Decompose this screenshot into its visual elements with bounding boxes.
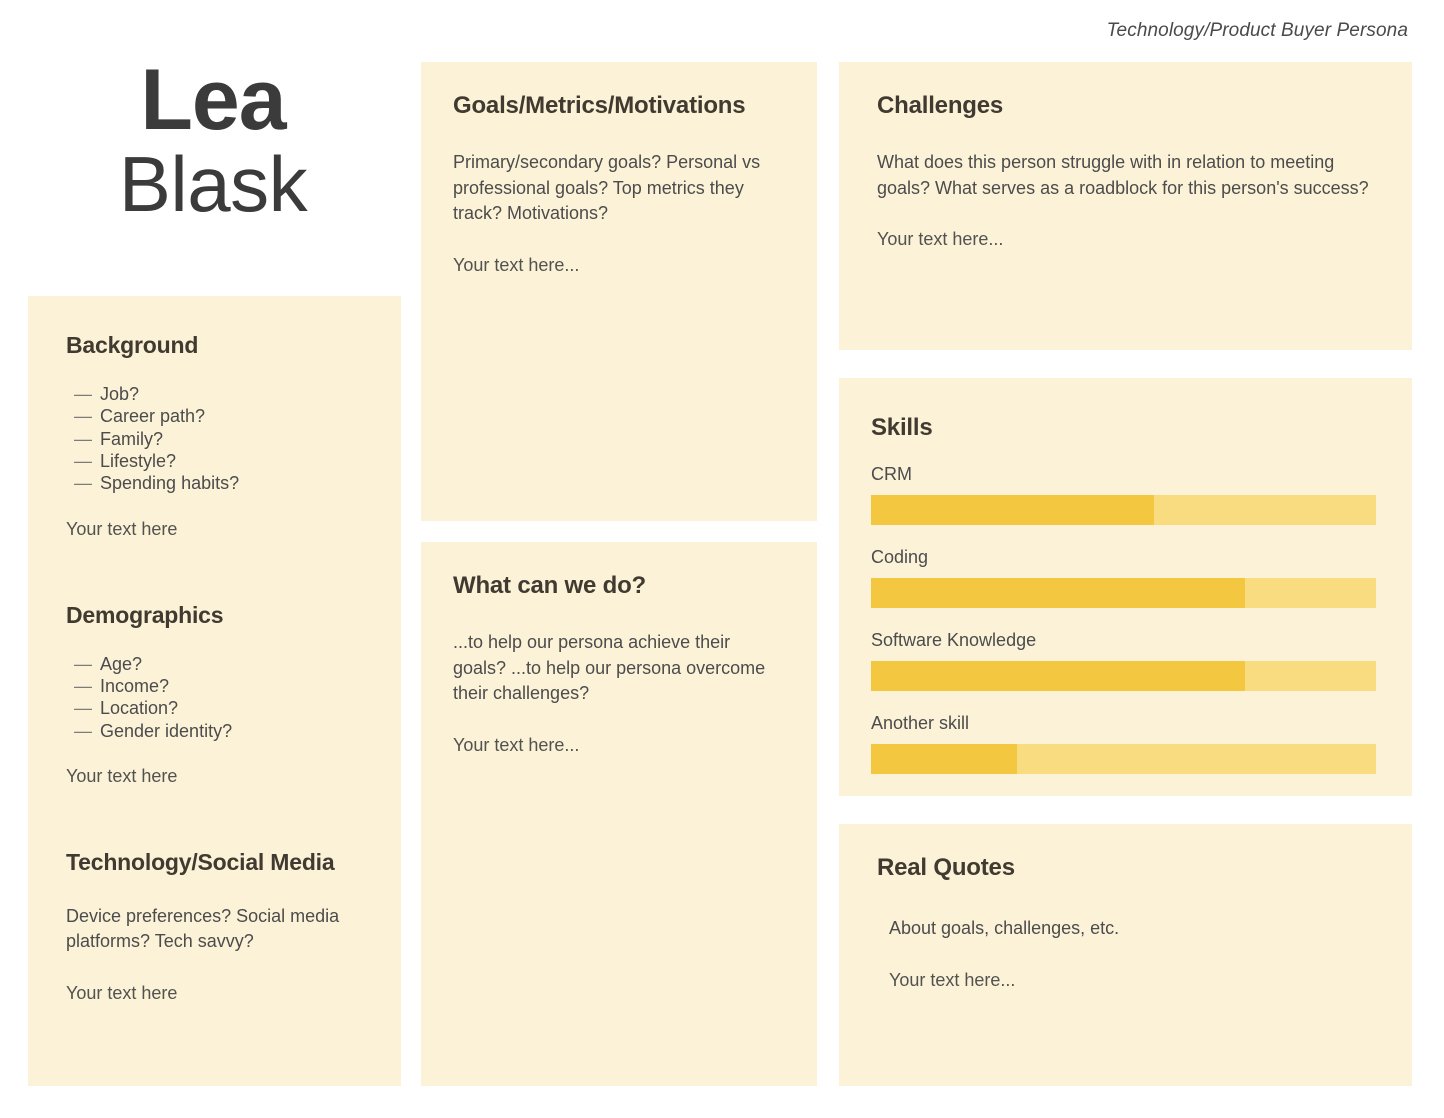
technology-title: Technology/Social Media bbox=[66, 848, 335, 875]
skill-row: Coding bbox=[871, 547, 1380, 608]
real-quotes-title: Real Quotes bbox=[877, 854, 1015, 881]
list-item: — Family? bbox=[66, 428, 363, 450]
dash-icon: — bbox=[74, 406, 92, 427]
skill-row: CRM bbox=[871, 464, 1380, 525]
list-item: — Job? bbox=[66, 383, 363, 405]
background-placeholder[interactable]: Your text here bbox=[66, 519, 363, 540]
list-item-label: Gender identity? bbox=[100, 720, 233, 741]
dash-icon: — bbox=[74, 384, 92, 404]
skill-label: Coding bbox=[871, 547, 929, 567]
goals-title: Goals/Metrics/Motivations bbox=[453, 92, 746, 119]
list-item: — Age? bbox=[66, 653, 363, 675]
list-item: — Gender identity? bbox=[66, 720, 363, 742]
skill-bar-fill bbox=[871, 661, 1245, 691]
demographics-list: — Age? — Income? — Location? — Gender identi… bbox=[66, 653, 363, 742]
skill-bar-track[interactable] bbox=[871, 661, 1376, 691]
goals-placeholder[interactable]: Your text here... bbox=[453, 255, 785, 276]
card-skills: Skills CRM Coding Software Knowledge Ano… bbox=[839, 378, 1412, 796]
challenges-title: Challenges bbox=[877, 92, 1004, 119]
dash-icon: — bbox=[74, 675, 92, 696]
persona-name: Lea Blask bbox=[28, 52, 398, 229]
dash-icon: — bbox=[74, 720, 92, 741]
real-quotes-body: About goals, challenges, etc. bbox=[889, 918, 1120, 938]
goals-body: Primary/secondary goals? Personal vs pro… bbox=[453, 152, 761, 224]
card-goals: Goals/Metrics/Motivations Primary/second… bbox=[421, 62, 817, 521]
skill-label: Software Knowledge bbox=[871, 630, 1037, 650]
background-list: — Job? — Career path? — Family? — Lifestyle?… bbox=[66, 383, 363, 495]
dash-icon: — bbox=[74, 428, 92, 449]
dash-icon: — bbox=[74, 450, 92, 471]
demographics-placeholder[interactable]: Your text here bbox=[66, 766, 363, 787]
background-title: Background bbox=[66, 332, 199, 358]
list-item: — Location? bbox=[66, 697, 363, 719]
list-item: — Spending habits? bbox=[66, 472, 363, 494]
what-can-we-do-body: ...to help our persona achieve their goa… bbox=[453, 632, 766, 704]
demographics-title: Demographics bbox=[66, 601, 224, 628]
skill-row: Software Knowledge bbox=[871, 630, 1380, 691]
list-item-label: Job? bbox=[100, 384, 140, 404]
persona-canvas: Technology/Product Buyer Persona Lea Bla… bbox=[0, 0, 1444, 1118]
what-can-we-do-title: What can we do? bbox=[453, 572, 647, 599]
real-quotes-placeholder[interactable]: Your text here... bbox=[877, 970, 1374, 991]
list-item-label: Location? bbox=[100, 698, 179, 719]
skill-bar-track[interactable] bbox=[871, 578, 1376, 608]
challenges-placeholder[interactable]: Your text here... bbox=[877, 229, 1374, 250]
document-type-label: Technology/Product Buyer Persona bbox=[1106, 20, 1408, 41]
list-item: — Income? bbox=[66, 675, 363, 697]
card-real-quotes: Real Quotes About goals, challenges, etc… bbox=[839, 824, 1412, 1086]
skill-bar-fill bbox=[871, 744, 1018, 774]
persona-first-name: Lea bbox=[140, 52, 286, 148]
skill-row: Another skill bbox=[871, 713, 1380, 774]
list-item-label: Career path? bbox=[100, 406, 206, 427]
skill-bar-fill bbox=[871, 578, 1245, 608]
challenges-body: What does this person struggle with in r… bbox=[877, 152, 1369, 198]
dash-icon: — bbox=[74, 473, 92, 494]
skill-bar-fill bbox=[871, 495, 1154, 525]
card-profile-details: Background — Job? — Career path? — Family? … bbox=[28, 296, 401, 1086]
skill-bar-track[interactable] bbox=[871, 495, 1376, 525]
list-item-label: Spending habits? bbox=[100, 473, 240, 494]
list-item-label: Income? bbox=[100, 675, 170, 696]
skills-title: Skills bbox=[871, 414, 933, 441]
card-challenges: Challenges What does this person struggl… bbox=[839, 62, 1412, 350]
list-item-label: Age? bbox=[100, 653, 143, 674]
skill-label: CRM bbox=[871, 464, 912, 484]
list-item: — Career path? bbox=[66, 405, 363, 427]
skill-label: Another skill bbox=[871, 713, 970, 733]
dash-icon: — bbox=[74, 653, 92, 674]
list-item: — Lifestyle? bbox=[66, 450, 363, 472]
list-item-label: Family? bbox=[100, 428, 164, 449]
what-can-we-do-placeholder[interactable]: Your text here... bbox=[453, 735, 785, 756]
dash-icon: — bbox=[74, 698, 92, 719]
skill-bar-track[interactable] bbox=[871, 744, 1376, 774]
technology-body: Device preferences? Social media platfor… bbox=[66, 905, 340, 952]
persona-last-name: Blask bbox=[118, 140, 308, 229]
card-what-can-we-do: What can we do? ...to help our persona a… bbox=[421, 542, 817, 1086]
technology-placeholder[interactable]: Your text here bbox=[66, 983, 363, 1004]
list-item-label: Lifestyle? bbox=[100, 450, 177, 471]
